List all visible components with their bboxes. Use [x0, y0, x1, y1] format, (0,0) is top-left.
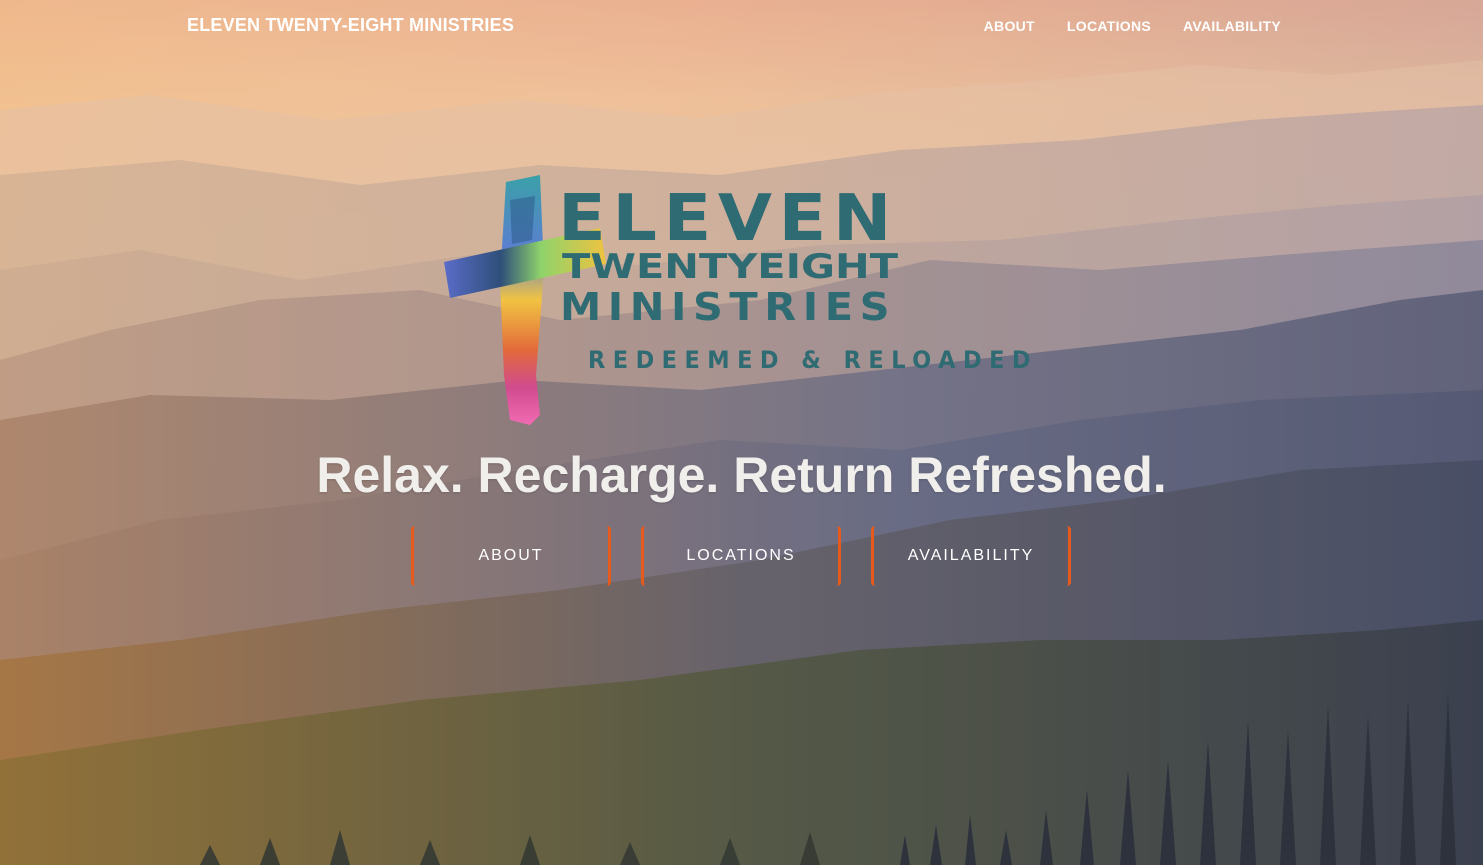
hero-page: ELEVEN TWENTY-EIGHT MINISTRIES ABOUT LOC… — [0, 0, 1483, 865]
nav-link-about[interactable]: ABOUT — [984, 18, 1035, 34]
hero-button-about[interactable]: ABOUT — [411, 526, 611, 586]
nav-link-availability[interactable]: AVAILABILITY — [1183, 18, 1281, 34]
top-navbar: ELEVEN TWENTY-EIGHT MINISTRIES ABOUT LOC… — [0, 0, 1483, 54]
logo-line-4: REDEEMED & RELOADED — [588, 346, 1038, 374]
hero-tagline: Relax. Recharge. Return Refreshed. — [316, 447, 1167, 503]
hero-buttons: ABOUT LOCATIONS AVAILABILITY — [411, 526, 1071, 586]
logo-line-1: ELEVEN — [558, 182, 898, 256]
logo-line-3: MINISTRIES — [560, 285, 896, 329]
brand-link[interactable]: ELEVEN TWENTY-EIGHT MINISTRIES — [187, 15, 514, 36]
nav-links: ABOUT LOCATIONS AVAILABILITY — [984, 18, 1281, 34]
logo-line-2: TWENTYEIGHT — [562, 247, 899, 287]
ministry-logo: ELEVEN TWENTYEIGHT MINISTRIES REDEEMED &… — [444, 175, 1038, 425]
nav-link-locations[interactable]: LOCATIONS — [1067, 18, 1151, 34]
hero-button-availability[interactable]: AVAILABILITY — [871, 526, 1071, 586]
hero-button-locations[interactable]: LOCATIONS — [641, 526, 841, 586]
